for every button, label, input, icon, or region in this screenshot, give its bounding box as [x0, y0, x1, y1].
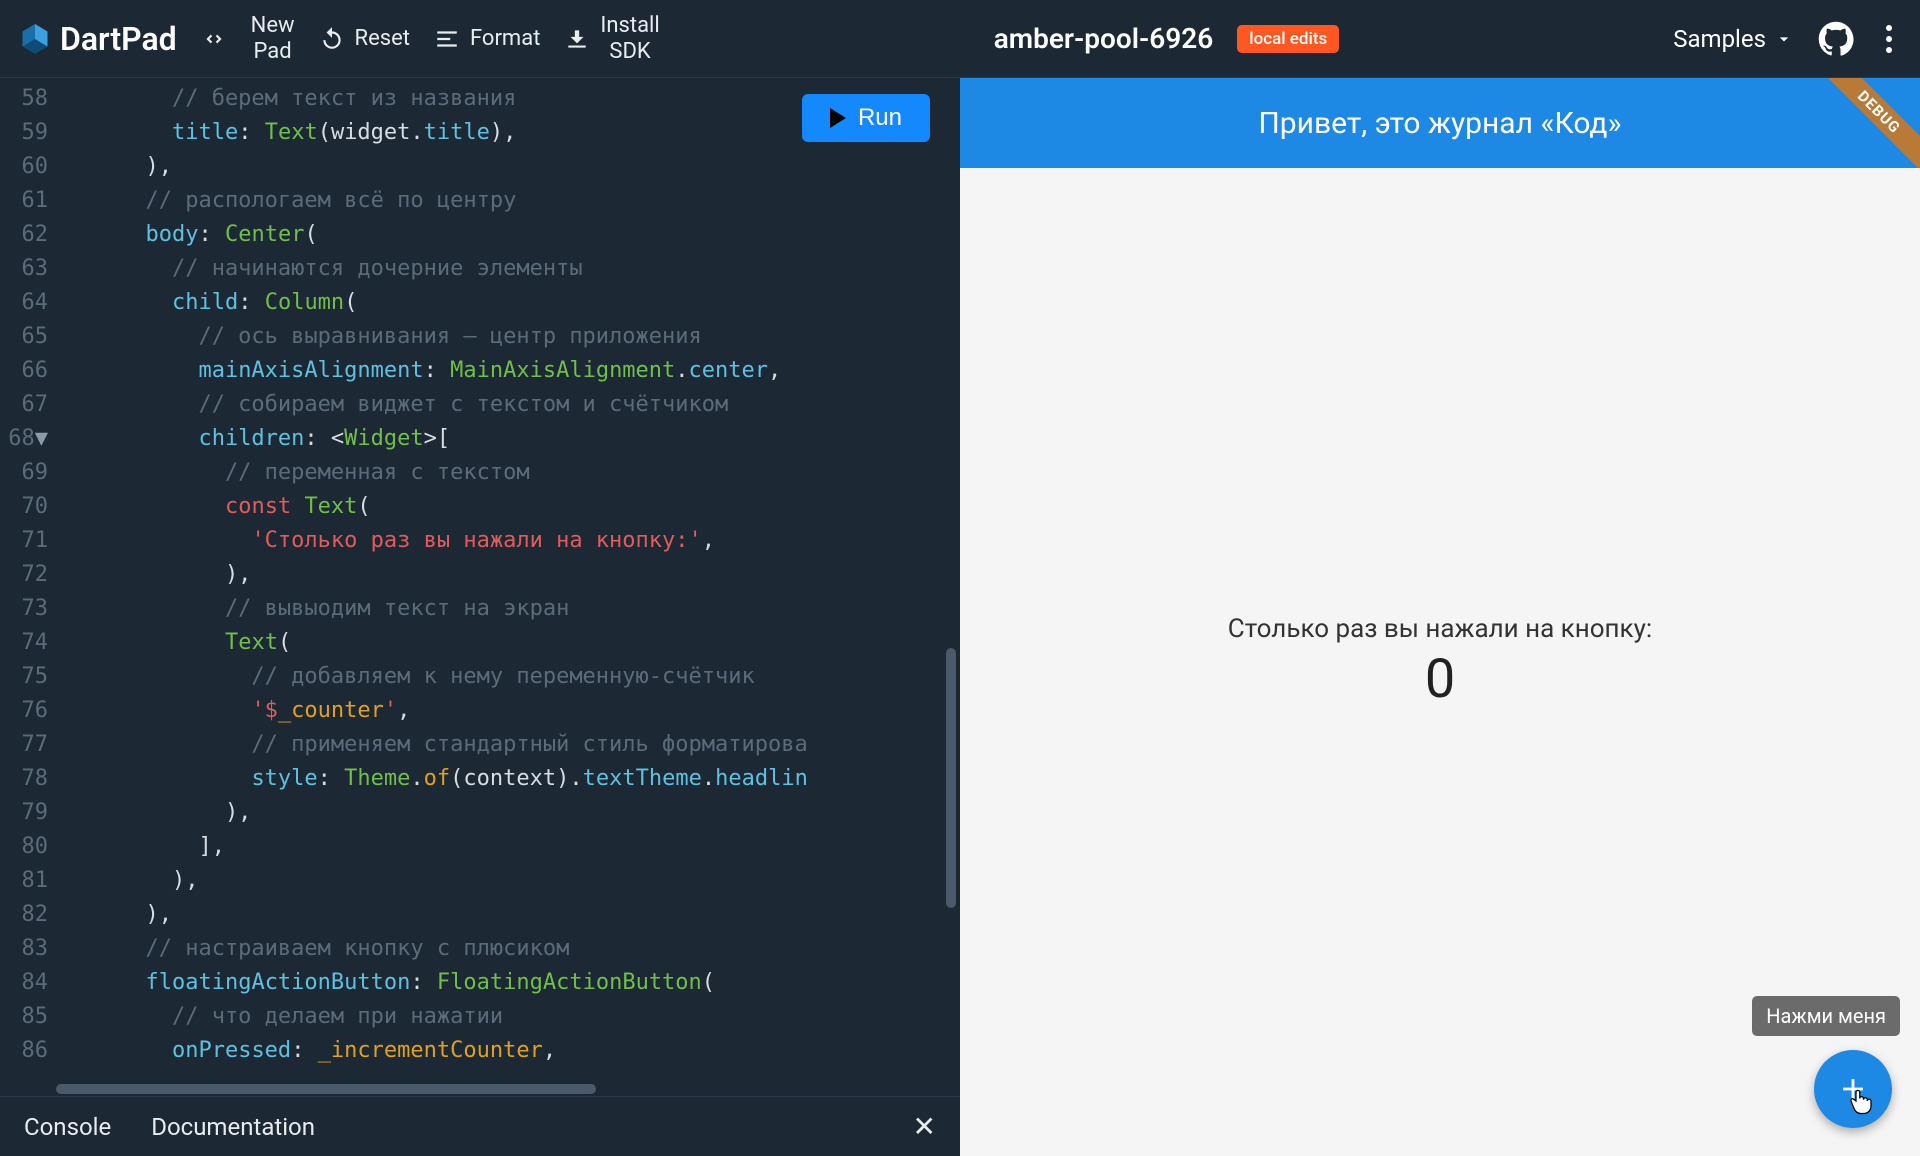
- install-sdk-button[interactable]: Install SDK: [564, 13, 659, 64]
- bottom-tabs: Console Documentation ✕: [0, 1096, 960, 1156]
- dart-logo-icon: [20, 21, 50, 57]
- project-name: amber-pool-6926: [994, 22, 1214, 55]
- chevron-down-icon: [1774, 29, 1794, 49]
- debug-banner: DEBUG: [1820, 78, 1920, 178]
- code-icon: [201, 26, 227, 52]
- reset-icon: [319, 26, 345, 52]
- logo: DartPad: [20, 20, 177, 58]
- top-toolbar: DartPad New Pad Reset Format Install SDK…: [0, 0, 1920, 78]
- close-panel-icon[interactable]: ✕: [913, 1110, 936, 1143]
- reset-button[interactable]: Reset: [319, 26, 410, 52]
- code-editor[interactable]: 5859606162636465666768▼69707172737475767…: [0, 78, 960, 1096]
- fab-tooltip: Нажми меня: [1752, 996, 1900, 1036]
- tab-documentation[interactable]: Documentation: [151, 1113, 315, 1141]
- floating-action-button[interactable]: [1814, 1050, 1892, 1128]
- app-title: Привет, это журнал «Код»: [1258, 106, 1621, 141]
- app-bar: Привет, это журнал «Код»: [960, 78, 1920, 168]
- tab-console[interactable]: Console: [24, 1113, 111, 1141]
- plus-icon: [1836, 1072, 1870, 1106]
- logo-text: DartPad: [60, 20, 177, 58]
- main-split: 5859606162636465666768▼69707172737475767…: [0, 78, 1920, 1156]
- format-icon: [434, 26, 460, 52]
- vertical-scrollbar[interactable]: [946, 648, 956, 908]
- code-content[interactable]: // берем текст из названия title: Text(w…: [56, 78, 960, 1096]
- editor-pane: 5859606162636465666768▼69707172737475767…: [0, 78, 960, 1156]
- download-icon: [564, 26, 590, 52]
- github-icon[interactable]: [1818, 21, 1854, 57]
- samples-dropdown[interactable]: Samples: [1673, 25, 1794, 53]
- more-menu[interactable]: [1878, 17, 1900, 61]
- new-pad-button[interactable]: New Pad: [251, 13, 295, 64]
- play-icon: [830, 108, 846, 128]
- horizontal-scrollbar[interactable]: [56, 1084, 596, 1094]
- counter-value: 0: [1425, 648, 1455, 711]
- counter-label: Столько раз вы нажали на кнопку:: [1228, 614, 1652, 644]
- preview-pane: Привет, это журнал «Код» DEBUG Столько р…: [960, 78, 1920, 1156]
- local-edits-badge: local edits: [1237, 25, 1339, 53]
- code-mode-toggle[interactable]: [201, 26, 227, 52]
- line-gutter: 5859606162636465666768▼69707172737475767…: [0, 78, 56, 1096]
- run-button[interactable]: Run: [802, 94, 930, 142]
- format-button[interactable]: Format: [434, 26, 540, 52]
